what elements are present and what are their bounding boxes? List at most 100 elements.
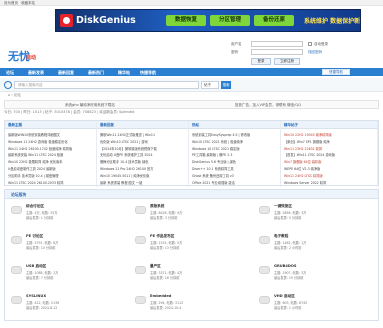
forum-board-last-post[interactable]: 最后发表: 1 小时前 bbox=[274, 305, 301, 310]
forum-board-name[interactable]: 原版系统 bbox=[150, 204, 164, 209]
username-input[interactable] bbox=[251, 41, 303, 47]
thread-link[interactable]: 最新 系统重装 教程 图文 一键 bbox=[100, 180, 186, 185]
banner-slogan: 系统维护 数据保护新软件 bbox=[304, 18, 361, 25]
forum-board[interactable]: Embedded 主题: 294, 帖数: 3112 最后发表: 2024-10-4 bbox=[133, 293, 257, 319]
notice-right[interactable]: 投放广告、加入VIP会员，请联系 微信/QQ bbox=[235, 103, 301, 108]
register-button[interactable]: 立即注册 bbox=[274, 58, 300, 65]
thread-link[interactable]: Win10 LTSC 2021 系统 | 极速纯净 bbox=[192, 139, 278, 144]
thread-link[interactable]: 微软Win11 24H2正式版推送 | Win11 bbox=[100, 132, 186, 137]
nav-forum[interactable]: 论坛 bbox=[6, 70, 14, 76]
thread-link[interactable]: 分区助手 技术员版 10.4 | 磁盘管理 bbox=[8, 173, 94, 178]
thread-link[interactable]: 【原创】Win7 SP1 旗舰版 纯净 bbox=[284, 139, 375, 144]
remember-checkbox[interactable] bbox=[308, 42, 312, 46]
thread-link[interactable]: Win11 23H2 22631 精简 bbox=[284, 146, 375, 151]
forum-board-last-post[interactable]: 最后发表: 2024-8-12 bbox=[26, 305, 57, 310]
nav-quick[interactable]: 快捷导航 bbox=[140, 70, 156, 76]
thread-link[interactable]: 无忧启动 U盘PE 系统维护工具 2024 bbox=[100, 152, 186, 157]
banner-ad[interactable]: DiskGenius 数据恢复 分区管理 备份还原 系统维护 数据保护新软件 bbox=[55, 9, 361, 32]
forum-board[interactable]: GRUB4DOS 主题: 1907, 帖数: 3万 最后发表: 19 分钟前 bbox=[257, 263, 381, 289]
forum-board[interactable]: 量产区 主题: 3371, 帖数: 4万 最后发表: 16 分钟前 bbox=[133, 263, 257, 289]
home-icon[interactable]: ⌂ bbox=[8, 93, 10, 97]
search-button[interactable]: 搜索 bbox=[221, 81, 231, 89]
thread-link[interactable]: U盘启动盘制作工具 2024 最新版 bbox=[8, 166, 94, 171]
thread-link[interactable]: Windows 11 24H2 游戏版 极速稳定优化 bbox=[8, 139, 94, 144]
password-input[interactable] bbox=[251, 49, 303, 55]
forum-board-last-post[interactable]: 最后发表: 10 分钟前 bbox=[26, 245, 55, 250]
bookmark-link[interactable]: 收藏本站 bbox=[21, 1, 35, 6]
search-input[interactable]: 请输入搜索内容 bbox=[14, 81, 199, 89]
thread-link[interactable]: Ghost 系统 备份还原工具 v3 bbox=[192, 173, 278, 178]
forum-board[interactable]: PE 作品发布区 主题: 2315, 帖数: 5万 最后发表: 13 分钟前 bbox=[133, 233, 257, 259]
thread-link[interactable]: WEPE 64位 V2.3 纯净版 bbox=[284, 166, 375, 171]
set-homepage-link[interactable]: 设为首页 bbox=[4, 1, 18, 6]
login-button[interactable]: 登录 bbox=[251, 58, 271, 65]
thread-link[interactable]: 优化版 Win10 LTSC 2021 | 游戏 bbox=[100, 139, 186, 144]
forum-board[interactable]: SYSLINUX 主题: 422, 帖数: 5136 最后发表: 2024-8-12 bbox=[9, 293, 133, 319]
forum-board-last-post[interactable]: 最后发表: 1 分钟前 bbox=[26, 215, 53, 220]
thread-link[interactable]: Win11 LTSC 2024 26100.2033 精简 bbox=[8, 180, 94, 185]
thread-link[interactable]: Dism++ 10.1 系统精简工具 bbox=[192, 166, 278, 171]
thread-link[interactable]: Win11 24H2 26100.1742 极速纯净 精简版 bbox=[8, 146, 94, 151]
forum-board-name[interactable]: 一键恢复区 bbox=[274, 204, 292, 209]
banner-badge-2: 分区管理 bbox=[210, 15, 250, 26]
forum-board-last-post[interactable]: 最后发表: 13 分钟前 bbox=[150, 245, 179, 250]
forum-board[interactable]: PE 讨论区 主题: 5791, 帖数: 8万 最后发表: 10 分钟前 bbox=[9, 233, 133, 259]
thread-link[interactable]: DiskGenius 5.6 专业版 | 绿色 bbox=[192, 159, 278, 164]
forum-board[interactable]: 原版系统 主题: 8426, 帖数: 9万 最后发表: 3 分钟前 bbox=[133, 203, 257, 229]
forum-board-last-post[interactable]: 最后发表: 2 小时前 bbox=[274, 245, 301, 250]
forum-board-name[interactable]: GRUB4DOS bbox=[274, 264, 297, 268]
thread-link[interactable]: PE工具箱 最新版 | 微PE 2.3 bbox=[192, 152, 278, 157]
notice-left[interactable]: 系统gho 最纯净好用系统下载站 bbox=[65, 103, 115, 108]
thread-link[interactable]: Win10 22H2 极限精简 纯净 优化版本 bbox=[8, 159, 94, 164]
thread-column-header[interactable]: 最新主题 bbox=[5, 121, 96, 129]
forum-board-last-post[interactable]: 最后发表: 16 分钟前 bbox=[150, 275, 179, 280]
nav-new-replies[interactable]: 最新回复 bbox=[58, 70, 74, 76]
forum-board-name[interactable]: PE 作品发布区 bbox=[150, 234, 174, 239]
thread-column-header[interactable]: 精华帖子 bbox=[281, 121, 377, 129]
quick-nav-dropdown[interactable]: 快捷导航 bbox=[322, 69, 350, 75]
site-logo[interactable]: 无忧 启动 bbox=[8, 48, 38, 66]
forum-board-name[interactable]: USB 启动区 bbox=[26, 264, 46, 269]
nav-digest[interactable]: 精华帖 bbox=[118, 70, 130, 76]
nav-new-posts[interactable]: 最新发表 bbox=[28, 70, 44, 76]
thread-column-header[interactable]: 热帖 bbox=[189, 121, 280, 129]
forum-board-name[interactable]: 电子教程 bbox=[274, 234, 288, 239]
thread-link[interactable]: 【2024年10月】微软原版系统镜像下载 bbox=[100, 146, 186, 151]
search-type-select[interactable]: 帖子 bbox=[201, 81, 219, 89]
thread-link[interactable]: Windows Server 2022 精简 bbox=[284, 180, 375, 185]
thread-link[interactable]: Win10 22H2 19045 纯净精简版 bbox=[284, 132, 375, 137]
thread-link[interactable]: 最新系统安装 Win11 LTSC 2024 极速 bbox=[8, 152, 94, 157]
forum-board[interactable]: USB 启动区 主题: 1088, 帖数: 2万 最后发表: 7 分钟前 bbox=[9, 263, 133, 289]
breadcrumb-forum[interactable]: 论坛 bbox=[14, 93, 21, 97]
thread-link[interactable]: 最新版WIN10系统安装教程详细图文 bbox=[8, 132, 94, 137]
forum-board-last-post[interactable]: 最后发表: 7 分钟前 bbox=[26, 275, 53, 280]
forum-board-name[interactable]: PE 讨论区 bbox=[26, 234, 43, 239]
nav-hot[interactable]: 最新热门 bbox=[88, 70, 104, 76]
thread-column-header[interactable]: 最新回复 bbox=[97, 121, 188, 129]
thread-link[interactable]: Win7 旗舰版 64位 装机版 bbox=[284, 159, 375, 164]
thread-link[interactable]: Office 2021 专业增强版 激活 bbox=[192, 180, 278, 185]
forgot-password-link[interactable]: 找回密码 bbox=[308, 50, 322, 55]
thread-link[interactable]: Win11 24H2 LTSC 精简版 bbox=[284, 173, 375, 178]
forum-board-last-post[interactable]: 最后发表: 5 分钟前 bbox=[274, 215, 301, 220]
thread-link[interactable]: Windows 10 LTSC 2021 稳定版 bbox=[192, 146, 278, 151]
forum-board-last-post[interactable]: 最后发表: 3 分钟前 bbox=[150, 215, 177, 220]
thread-link[interactable]: Windows 11 Pro 24H2 26100 官方 bbox=[100, 166, 186, 171]
forum-board-name[interactable]: 量产区 bbox=[150, 264, 161, 269]
forum-board-name[interactable]: 综合讨论区 bbox=[26, 204, 44, 209]
forum-header[interactable]: 论坛版块 bbox=[5, 190, 378, 199]
thread-link[interactable]: 傲梅分区助手 10.4 技术员版 绿色 bbox=[100, 159, 186, 164]
thread-link[interactable]: 【首发】Win11 LTSC 2024 游戏版 bbox=[284, 152, 375, 157]
forum-board[interactable]: VHD 启动区 主题: 603, 帖数: 8745 最后发表: 1 小时前 bbox=[257, 293, 381, 319]
forum-board[interactable]: 电子教程 主题: 1462, 帖数: 1万 最后发表: 2 小时前 bbox=[257, 233, 381, 259]
forum-board[interactable]: 一键恢复区 主题: 2856, 帖数: 3万 最后发表: 5 分钟前 bbox=[257, 203, 381, 229]
forum-board-name[interactable]: Embedded bbox=[150, 294, 171, 298]
forum-board-name[interactable]: SYSLINUX bbox=[26, 294, 46, 298]
forum-board[interactable]: 综合讨论区 主题: 4万, 帖数: 35万 最后发表: 1 分钟前 bbox=[9, 203, 133, 229]
thread-link[interactable]: 系统封装工具EasySysprep 4.5 | 修改版 bbox=[192, 132, 278, 137]
forum-board-last-post[interactable]: 最后发表: 19 分钟前 bbox=[274, 275, 303, 280]
forum-board-last-post[interactable]: 最后发表: 2024-10-4 bbox=[150, 305, 181, 310]
forum-board-name[interactable]: VHD 启动区 bbox=[274, 294, 295, 299]
thread-link[interactable]: Win10 19045.5011 | 纯净优化版 bbox=[100, 173, 186, 178]
remember-label: 自动登录 bbox=[314, 42, 328, 46]
